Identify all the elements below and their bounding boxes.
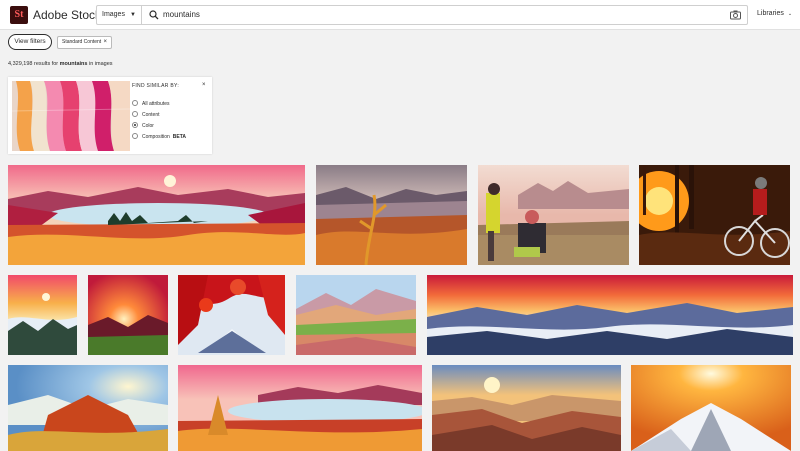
libraries-label: Libraries (757, 10, 784, 17)
radio-icon[interactable] (132, 132, 138, 139)
search-type-label: Images (102, 11, 125, 18)
option-all-attributes[interactable]: All attributes (132, 99, 170, 108)
search-bar: Images ▼ (96, 5, 748, 25)
image-tile[interactable] (88, 275, 168, 355)
reference-thumbnail[interactable] (12, 81, 130, 151)
top-bar: St Adobe Stock Images ▼ Libraries ⌄ (0, 0, 800, 30)
option-color[interactable]: Color (132, 121, 154, 130)
image-tile[interactable] (296, 275, 416, 355)
search-input[interactable] (163, 6, 723, 24)
hikers-on-summit-image (478, 165, 629, 265)
image-tile[interactable] (432, 365, 621, 451)
results-suffix: in images (87, 61, 113, 67)
chip-label: Standard Content (62, 39, 102, 45)
find-similar-panel (8, 77, 212, 154)
search-type-dropdown[interactable]: Images ▼ (97, 6, 142, 24)
results-count: 4,329,198 (8, 61, 33, 67)
grand-canyon-sunrise-image (432, 365, 621, 451)
results-query: mountains (59, 61, 88, 67)
close-icon[interactable]: × (103, 37, 107, 48)
view-filters-button[interactable]: View filters (8, 34, 52, 50)
results-text: results for (32, 61, 60, 67)
beta-badge: BETA (172, 134, 187, 140)
misty-mountain-panorama-image (427, 275, 793, 355)
sunrise-above-clouds-image (8, 275, 77, 355)
radio-selected-icon[interactable] (132, 121, 138, 128)
image-tile[interactable] (8, 165, 305, 265)
option-label: Color (142, 123, 154, 129)
image-tile[interactable] (427, 275, 793, 355)
image-tile[interactable] (631, 365, 791, 451)
option-content[interactable]: Content (132, 110, 160, 119)
image-tile[interactable] (8, 275, 77, 355)
chevron-down-icon: ▼ (130, 12, 136, 18)
option-label: All attributes (142, 101, 170, 107)
radio-icon[interactable] (132, 99, 138, 106)
option-label: Content (142, 112, 160, 118)
close-icon[interactable]: × (202, 82, 206, 88)
image-tile[interactable] (316, 165, 467, 265)
rainbow-hills-image (296, 275, 416, 355)
option-label: Composition (142, 134, 170, 140)
find-similar-title: FIND SIMILAR BY: (132, 83, 180, 89)
option-composition[interactable]: Composition BETA (132, 132, 187, 141)
lake-with-pink-sky-image (178, 365, 422, 451)
fuji-red-leaves-image (178, 275, 285, 355)
results-summary: 4,329,198 results for mountains in image… (8, 61, 113, 67)
libraries-menu[interactable]: Libraries ⌄ (757, 10, 792, 17)
image-tile[interactable] (178, 275, 285, 355)
image-tile[interactable] (639, 165, 790, 265)
adobe-stock-logo[interactable]: St (10, 6, 28, 24)
chevron-down-icon: ⌄ (787, 11, 793, 17)
radio-icon[interactable] (132, 110, 138, 117)
snowy-peak-sunset-image (631, 365, 791, 451)
image-tile[interactable] (8, 365, 168, 451)
autumn-valley-image (316, 165, 467, 265)
sunset-valley-red-image (88, 275, 168, 355)
brand-name[interactable]: Adobe Stock (33, 8, 101, 22)
standard-content-chip[interactable]: Standard Content × (57, 36, 112, 49)
mountain-biker-sunset-image (639, 165, 790, 265)
search-icon (149, 10, 159, 20)
sun-over-foggy-hills-image (8, 365, 168, 451)
image-tile[interactable] (178, 365, 422, 451)
camera-icon[interactable] (730, 10, 741, 20)
image-tile[interactable] (478, 165, 629, 265)
red-lake-panorama-image (8, 165, 305, 265)
